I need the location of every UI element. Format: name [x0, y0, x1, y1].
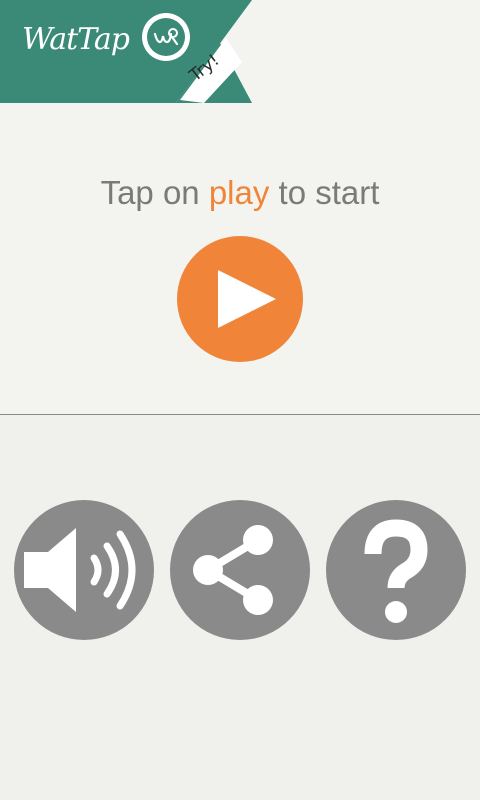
share-icon [193, 525, 273, 615]
instruction-accent: play [208, 174, 270, 211]
play-button[interactable] [177, 236, 303, 362]
share-button[interactable] [170, 500, 310, 640]
play-icon [218, 270, 276, 328]
question-mark-icon [364, 519, 428, 623]
wr-logo-icon[interactable] [141, 12, 191, 62]
help-button[interactable] [326, 500, 466, 640]
header-banner: WatTap Try! [0, 0, 255, 103]
speaker-icon [24, 528, 136, 612]
instruction-text: Tap on play to start [0, 174, 480, 212]
instruction-prefix: Tap on [100, 174, 209, 211]
instruction-suffix: to start [269, 174, 380, 211]
sound-button[interactable] [14, 500, 154, 640]
app-logo: WatTap [22, 22, 130, 57]
